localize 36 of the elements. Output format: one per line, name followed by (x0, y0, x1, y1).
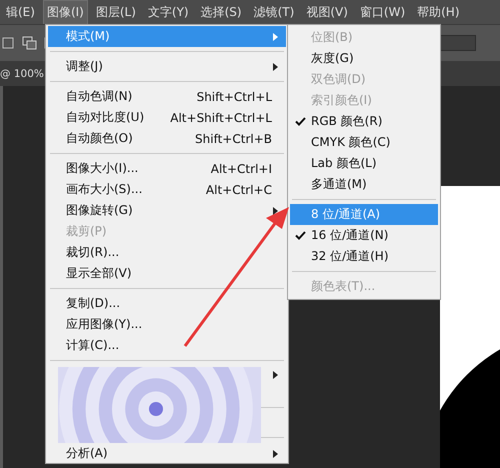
menu-item[interactable]: 自动颜色(O) Shift+Ctrl+B (48, 128, 286, 149)
menu-item[interactable]: 调整(J) (48, 56, 286, 77)
submenu-arrow-icon (273, 62, 278, 70)
squares-icon[interactable] (22, 36, 38, 50)
menu-item[interactable]: 自动对比度(U) Alt+Shift+Ctrl+L (48, 107, 286, 128)
square-icon[interactable] (2, 36, 16, 50)
menu-item[interactable]: 16 位/通道(N) (290, 225, 438, 246)
menu-bar-item[interactable]: 图层(L) (92, 0, 140, 24)
menu-item[interactable]: 显示全部(V) (48, 263, 286, 284)
submenu-arrow-icon (273, 450, 278, 458)
menu-bar-item[interactable]: 视图(V) (302, 0, 352, 24)
menu-item[interactable]: Lab 颜色(L) (290, 153, 438, 174)
menu-bar-item[interactable]: 窗口(W) (356, 0, 410, 24)
menu-bar-item[interactable]: 滤镜(T) (250, 0, 298, 24)
menu-item[interactable]: RGB 颜色(R) (290, 111, 438, 132)
menu-item[interactable]: 画布大小(S)... Alt+Ctrl+C (48, 179, 286, 200)
menu-item[interactable]: 图像旋转(G) (48, 200, 286, 221)
document-tab[interactable]: @ 100% (0, 68, 44, 80)
menu-item[interactable]: 应用图像(Y)... (48, 314, 286, 335)
menu-bar-item[interactable]: 辑(E) (2, 0, 39, 24)
menu-bar-item[interactable]: 图像(I) (42, 0, 88, 24)
menu-item[interactable]: 分析(A) (48, 443, 286, 464)
menu-item[interactable]: CMYK 颜色(C) (290, 132, 438, 153)
menu-item[interactable]: 多通道(M) (290, 174, 438, 195)
submenu-arrow-icon (273, 32, 278, 40)
menu-item[interactable]: 灰度(G) (290, 48, 438, 69)
menu-bar-item[interactable]: 文字(Y) (144, 0, 193, 24)
menu-bar-item[interactable]: 帮助(H) (413, 0, 464, 24)
menu-item[interactable]: 计算(C)... (48, 335, 286, 356)
menu-item[interactable]: 自动色调(N) Shift+Ctrl+L (48, 86, 286, 107)
menu-item[interactable]: 32 位/通道(H) (290, 246, 438, 267)
menu-item[interactable]: 复制(D)... (48, 293, 286, 314)
menu-item[interactable]: 裁切(R)... (48, 242, 286, 263)
menu-item[interactable]: 图像大小(I)... Alt+Ctrl+I (48, 158, 286, 179)
submenu-arrow-icon (273, 206, 278, 214)
menu-bar-item[interactable]: 选择(S) (196, 0, 246, 24)
